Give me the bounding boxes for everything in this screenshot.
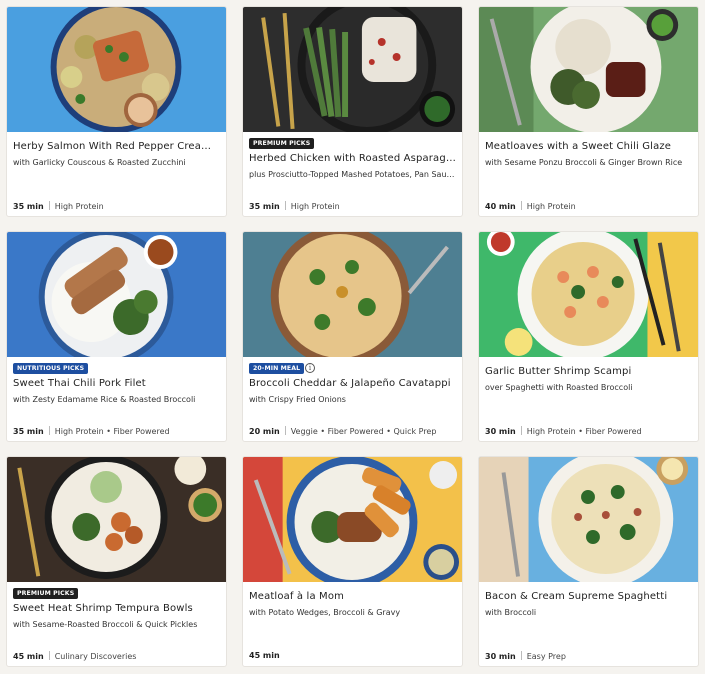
- recipe-title: Sweet Thai Chili Pork Filet: [13, 378, 146, 389]
- recipe-title: Herby Salmon With Red Pepper Cream Sauce: [13, 141, 220, 152]
- info-icon[interactable]: i: [305, 363, 315, 373]
- recipe-meta: 40 min High Protein: [485, 201, 692, 211]
- recipe-meta: 35 min High Protein: [13, 201, 220, 211]
- recipe-subtitle: with Sesame-Roasted Broccoli & Quick Pic…: [13, 620, 198, 629]
- recipe-image: [243, 232, 462, 357]
- meta-divider: [284, 201, 286, 210]
- recipe-image: [479, 232, 698, 357]
- cook-time: 35 min: [13, 427, 44, 436]
- cook-time: 35 min: [249, 202, 280, 211]
- recipe-image: [7, 232, 226, 357]
- recipe-subtitle: with Garlicky Couscous & Roasted Zucchin…: [13, 158, 186, 167]
- recipe-tags: High Protein: [290, 202, 340, 211]
- recipe-title: Herbed Chicken with Roasted Asparagus: [249, 153, 456, 164]
- cook-time: 45 min: [249, 651, 280, 660]
- recipe-title: Meatloaves with a Sweet Chili Glaze: [485, 141, 672, 152]
- recipe-card[interactable]: Meatloaf à la Mom with Potato Wedges, Br…: [242, 456, 463, 667]
- recipe-card[interactable]: Herby Salmon With Red Pepper Cream Sauce…: [6, 6, 227, 217]
- recipe-subtitle: with Sesame Ponzu Broccoli & Ginger Brow…: [485, 158, 683, 167]
- recipe-title: Garlic Butter Shrimp Scampi: [485, 366, 632, 377]
- recipe-card[interactable]: Garlic Butter Shrimp Scampi over Spaghet…: [478, 231, 699, 442]
- recipe-meta: 45 min Culinary Discoveries: [13, 651, 220, 661]
- meta-divider: [48, 651, 50, 660]
- recipe-subtitle: plus Prosciutto-Topped Mashed Potatoes, …: [249, 170, 456, 179]
- meta-divider: [520, 426, 522, 435]
- recipe-card[interactable]: Nutritious Picks Sweet Thai Chili Pork F…: [6, 231, 227, 442]
- badge-nutritious-picks: Nutritious Picks: [13, 363, 89, 374]
- recipe-image: [479, 457, 698, 582]
- recipe-card[interactable]: Bacon & Cream Supreme Spaghetti with Bro…: [478, 456, 699, 667]
- meta-divider: [48, 201, 50, 210]
- recipe-subtitle: with Crispy Fried Onions: [249, 395, 346, 404]
- recipe-title: Bacon & Cream Supreme Spaghetti: [485, 591, 668, 602]
- cook-time: 20 min: [249, 427, 280, 436]
- recipe-meta: 35 min High Protein • Fiber Powered: [13, 426, 220, 436]
- recipe-grid: Herby Salmon With Red Pepper Cream Sauce…: [0, 0, 705, 674]
- badge-premium-picks: Premium Picks: [13, 588, 79, 599]
- cook-time: 40 min: [485, 202, 516, 211]
- recipe-image: [7, 7, 226, 132]
- recipe-meta: 30 min High Protein • Fiber Powered: [485, 426, 692, 436]
- recipe-meta: 20 min Veggie • Fiber Powered • Quick Pre…: [249, 426, 456, 436]
- recipe-subtitle: with Zesty Edamame Rice & Roasted Brocco…: [13, 395, 196, 404]
- cook-time: 30 min: [485, 652, 516, 661]
- recipe-card[interactable]: Meatloaves with a Sweet Chili Glaze with…: [478, 6, 699, 217]
- cook-time: 35 min: [13, 202, 44, 211]
- meta-divider: [284, 426, 286, 435]
- recipe-title: Sweet Heat Shrimp Tempura Bowls: [13, 603, 193, 614]
- recipe-tags: High Protein • Fiber Powered: [526, 427, 642, 436]
- recipe-meta: 45 min: [249, 651, 456, 660]
- badge-20-min-meal: 20-Min Meal: [249, 363, 305, 374]
- recipe-title: Meatloaf à la Mom: [249, 591, 344, 602]
- recipe-subtitle: with Potato Wedges, Broccoli & Gravy: [249, 608, 401, 617]
- recipe-title: Broccoli Cheddar & Jalapeño Cavatappi: [249, 378, 451, 389]
- recipe-tags: High Protein • Fiber Powered: [54, 427, 170, 436]
- recipe-image: [243, 7, 462, 132]
- meta-divider: [520, 201, 522, 210]
- recipe-tags: Culinary Discoveries: [54, 652, 137, 661]
- recipe-tags: Veggie • Fiber Powered • Quick Prep: [290, 427, 437, 436]
- recipe-tags: High Protein: [54, 202, 104, 211]
- recipe-image: [243, 457, 462, 582]
- recipe-image: [7, 457, 226, 582]
- recipe-meta: 30 min Easy Prep: [485, 651, 692, 661]
- meta-divider: [48, 426, 50, 435]
- recipe-subtitle: over Spaghetti with Roasted Broccoli: [485, 383, 633, 392]
- cook-time: 30 min: [485, 427, 516, 436]
- cook-time: 45 min: [13, 652, 44, 661]
- meta-divider: [520, 651, 522, 660]
- recipe-card[interactable]: 20-Min Meal i Broccoli Cheddar & Jalapeñ…: [242, 231, 463, 442]
- recipe-tags: Easy Prep: [526, 652, 566, 661]
- recipe-card[interactable]: Premium Picks Herbed Chicken with Roaste…: [242, 6, 463, 217]
- recipe-subtitle: with Broccoli: [485, 608, 537, 617]
- recipe-card[interactable]: Premium Picks Sweet Heat Shrimp Tempura …: [6, 456, 227, 667]
- recipe-image: [479, 7, 698, 132]
- recipe-meta: 35 min High Protein: [249, 201, 456, 211]
- recipe-tags: High Protein: [526, 202, 576, 211]
- badge-premium-picks: Premium Picks: [249, 138, 315, 149]
